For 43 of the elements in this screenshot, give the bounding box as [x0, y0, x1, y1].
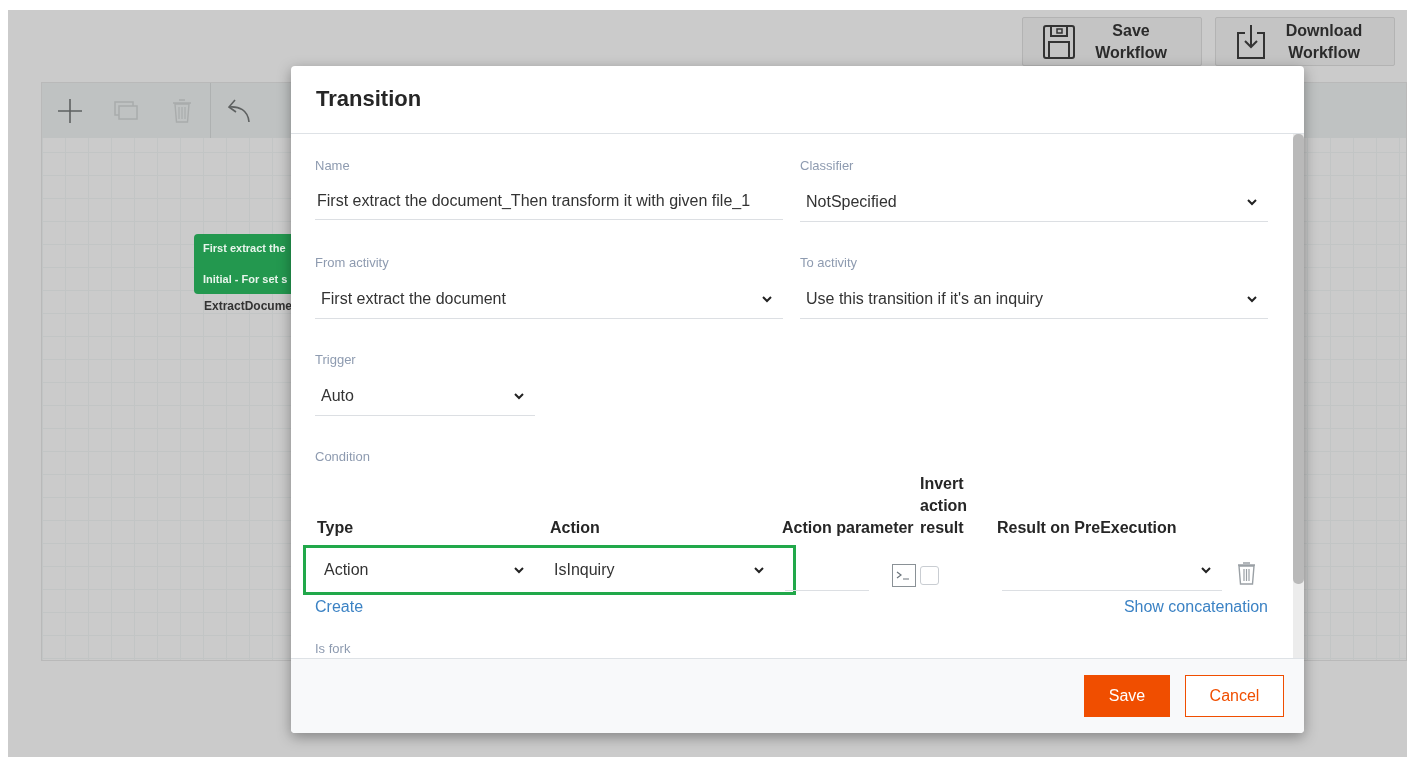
- create-link[interactable]: Create: [315, 595, 364, 619]
- checkbox[interactable]: [920, 566, 939, 585]
- caret-icon: [1246, 293, 1258, 304]
- node-caption: ExtractDocume: [204, 298, 293, 315]
- caret-icon: [513, 565, 525, 575]
- caret-icon: [753, 565, 765, 575]
- download-icon: [1236, 24, 1268, 59]
- scrollbar[interactable]: [1293, 134, 1304, 658]
- select-field[interactable]: Auto: [315, 376, 535, 416]
- text-field[interactable]: First extract the document_Then transform it with given file_1: [315, 183, 783, 220]
- column-header: Type: [316, 518, 355, 538]
- section-label: Condition: [315, 449, 371, 465]
- column-header: Action: [549, 518, 601, 538]
- plus-icon[interactable]: [57, 97, 83, 124]
- select-field[interactable]: Action: [308, 548, 535, 592]
- cancel-button[interactable]: Cancel: [1185, 675, 1284, 717]
- field-label: Name: [315, 158, 351, 174]
- caret-icon: [1246, 196, 1258, 207]
- caret-icon: [1200, 564, 1212, 575]
- field-label: Trigger: [315, 352, 357, 368]
- select-field[interactable]: Use this transition if it's an inquiry: [800, 279, 1268, 319]
- select-field[interactable]: NotSpecified: [800, 182, 1268, 222]
- caret-icon: [513, 390, 525, 401]
- select-field[interactable]: First extract the document: [315, 279, 783, 319]
- save-button[interactable]: Save: [1084, 675, 1170, 717]
- download-workflow-button[interactable]: Download Workflow: [1215, 17, 1395, 66]
- undo-arrow-icon[interactable]: [227, 98, 251, 123]
- column-header: Action parameter: [781, 518, 915, 538]
- column-header: Result on PreExecution: [996, 518, 1178, 538]
- show-concatenation-link[interactable]: Show concatenation: [1123, 595, 1268, 619]
- node-subtitle: Initial - For set s: [203, 271, 289, 287]
- field-label: To activity: [800, 255, 859, 271]
- field-label: Classifier: [800, 158, 855, 174]
- caret-icon: [761, 293, 773, 304]
- terminal-icon[interactable]: [892, 564, 916, 587]
- save-workflow-button[interactable]: Save Workflow: [1022, 17, 1202, 66]
- dialog-title: Transition: [316, 86, 422, 113]
- column-header: Invert action result: [919, 474, 969, 538]
- field-label: Is fork: [315, 641, 352, 657]
- node-title: First extract the: [203, 241, 287, 256]
- select-field[interactable]: IsInquiry: [548, 548, 775, 592]
- field-label: From activity: [315, 255, 390, 271]
- trash-icon[interactable]: [1237, 562, 1256, 585]
